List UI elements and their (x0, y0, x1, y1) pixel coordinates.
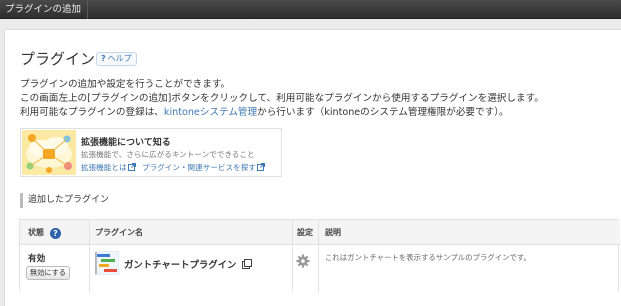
section-header: 追加したプラグイン (20, 193, 620, 208)
header-status-label: 状態 (28, 228, 44, 237)
about-extensions-link[interactable]: 拡張機能とは (81, 163, 127, 172)
description-line-3-prefix: 利用可能なプラグインの登録は、 (20, 107, 164, 118)
disable-button[interactable]: 無効にする (26, 266, 70, 280)
status-value: 有効 (28, 254, 46, 264)
info-card-title: 拡張機能について知る (81, 138, 171, 148)
top-tab-bar: プラグインの追加 (0, 0, 621, 19)
header-status: 状態? (28, 220, 61, 245)
extension-info-card: 拡張機能について知る 拡張機能で、さらに広がるキントーンでできること 拡張機能と… (20, 128, 282, 177)
description-line-2: この画面左上の[プラグインの追加]ボタンをクリックして、利用可能なプラグインから… (20, 93, 544, 104)
find-plugins-link[interactable]: プラグイン・関連サービスを探す (142, 163, 256, 172)
page-title: プラグイン (20, 50, 96, 68)
column-divider (318, 220, 319, 292)
description-line-3: 利用可能なプラグインの登録は、kintoneシステム管理から行います（kinto… (20, 107, 509, 119)
tab-add-plugin[interactable]: プラグインの追加 (0, 0, 88, 19)
external-link-icon (242, 259, 253, 269)
description-line-3-suffix: から行います（kintoneのシステム管理権限が必要です）。 (257, 107, 509, 118)
help-link[interactable]: ? ヘルプ (96, 52, 137, 66)
plugin-description: これはガントチャートを表示するサンプルのプラグインです。 (325, 253, 531, 262)
table-header-row: 状態? プラグイン名 設定 説明 (20, 220, 620, 245)
plugin-name-label: ガントチャートプラグイン (124, 260, 237, 271)
gear-icon[interactable] (296, 254, 310, 268)
header-plugin-name: プラグイン名 (95, 228, 143, 237)
column-divider (292, 220, 293, 292)
question-icon[interactable]: ? (50, 228, 61, 239)
plugin-name-link[interactable]: ガントチャートプラグイン (124, 257, 256, 271)
system-admin-link[interactable]: kintoneシステム管理 (164, 107, 257, 118)
question-icon: ? (101, 54, 106, 63)
info-card-subtitle: 拡張機能で、さらに広がるキントーンでできること (81, 150, 255, 159)
external-link-icon (127, 163, 136, 171)
info-card-links: 拡張機能とは プラグイン・関連サービスを探す (81, 162, 269, 173)
plugin-table: 状態? プラグイン名 設定 説明 有効 無効にする ガントチャートプラグイン こ… (19, 219, 620, 292)
external-link-icon (256, 163, 265, 171)
plugin-settings-page: プラグインの追加 プラグイン ? ヘルプ プラグインの追加や設定を行うことができま… (0, 0, 621, 306)
gantt-chart-icon (95, 251, 119, 275)
header-description: 説明 (325, 228, 341, 237)
extension-illustration (22, 130, 76, 175)
description-line-1: プラグインの追加や設定を行うことができます。 (20, 79, 231, 90)
column-divider (89, 220, 90, 292)
header-settings: 設定 (297, 228, 313, 237)
help-label: ヘルプ (107, 54, 132, 63)
